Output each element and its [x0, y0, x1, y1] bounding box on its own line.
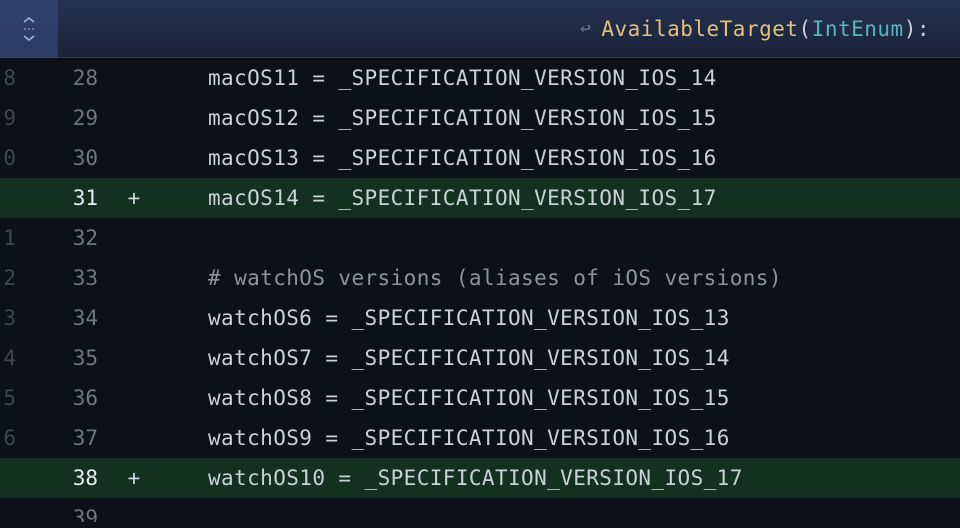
class-name: AvailableTarget — [601, 17, 798, 41]
assignment: = _SPECIFICATION_VERSION_IOS_14 — [312, 346, 729, 370]
expand-vertical-icon — [19, 16, 39, 42]
diff-line[interactable]: 828 macOS11 = _SPECIFICATION_VERSION_IOS_… — [0, 58, 960, 98]
diff-line[interactable]: 929 macOS12 = _SPECIFICATION_VERSION_IOS_… — [0, 98, 960, 138]
new-line-number: 28 — [16, 66, 112, 90]
new-line-number: 32 — [16, 226, 112, 250]
diff-line[interactable]: 132 — [0, 218, 960, 258]
sticky-scope-header: ↩ AvailableTarget(IntEnum): — [0, 0, 960, 58]
code-content: watchOS6 = _SPECIFICATION_VERSION_IOS_13 — [156, 306, 730, 330]
diff-line[interactable]: 030 macOS13 = _SPECIFICATION_VERSION_IOS_… — [0, 138, 960, 178]
assignment: = _SPECIFICATION_VERSION_IOS_15 — [299, 106, 716, 130]
code-lines[interactable]: 828 macOS11 = _SPECIFICATION_VERSION_IOS_… — [0, 58, 960, 522]
new-line-number: 34 — [16, 306, 112, 330]
assignment: = _SPECIFICATION_VERSION_IOS_17 — [325, 466, 742, 490]
code-content: macOS13 = _SPECIFICATION_VERSION_IOS_16 — [156, 146, 717, 170]
diff-line-added[interactable]: 31+macOS14 = _SPECIFICATION_VERSION_IOS_… — [0, 178, 960, 218]
new-line-number: 37 — [16, 426, 112, 450]
assignment: = _SPECIFICATION_VERSION_IOS_13 — [312, 306, 729, 330]
new-line-number: 39 — [16, 506, 112, 522]
old-line-number: 9 — [0, 106, 16, 130]
expand-hunk-handle[interactable] — [0, 0, 58, 58]
diff-line[interactable]: 233 # watchOS versions (aliases of iOS ve… — [0, 258, 960, 298]
assignment: = _SPECIFICATION_VERSION_IOS_16 — [312, 426, 729, 450]
diff-line[interactable]: 39 — [0, 498, 960, 522]
assignment: = _SPECIFICATION_VERSION_IOS_14 — [299, 66, 716, 90]
identifier: watchOS6 — [208, 306, 312, 330]
partial-line: 39 — [0, 498, 960, 522]
code-content: macOS11 = _SPECIFICATION_VERSION_IOS_14 — [156, 66, 717, 90]
code-content: watchOS8 = _SPECIFICATION_VERSION_IOS_15 — [156, 386, 730, 410]
old-line-number: 0 — [0, 146, 16, 170]
old-line-number: 4 — [0, 346, 16, 370]
new-line-number: 35 — [16, 346, 112, 370]
code-content: macOS14 = _SPECIFICATION_VERSION_IOS_17 — [156, 186, 717, 210]
new-line-number: 29 — [16, 106, 112, 130]
identifier: macOS11 — [208, 66, 299, 90]
identifier: macOS13 — [208, 146, 299, 170]
close-paren: ): — [904, 17, 930, 41]
base-class: IntEnum — [812, 17, 904, 41]
comment-text: # watchOS versions (aliases of iOS versi… — [208, 266, 782, 290]
identifier: watchOS7 — [208, 346, 312, 370]
identifier: watchOS9 — [208, 426, 312, 450]
old-line-number: 5 — [0, 386, 16, 410]
code-content: watchOS7 = _SPECIFICATION_VERSION_IOS_14 — [156, 346, 730, 370]
plus-marker: + — [112, 466, 156, 490]
assignment: = _SPECIFICATION_VERSION_IOS_16 — [299, 146, 716, 170]
old-line-number: 3 — [0, 306, 16, 330]
diff-line-added[interactable]: 38+watchOS10 = _SPECIFICATION_VERSION_IO… — [0, 458, 960, 498]
old-line-number: 6 — [0, 426, 16, 450]
code-content: # watchOS versions (aliases of iOS versi… — [156, 266, 782, 290]
new-line-number: 30 — [16, 146, 112, 170]
code-content: watchOS9 = _SPECIFICATION_VERSION_IOS_16 — [156, 426, 730, 450]
diff-editor[interactable]: ↩ AvailableTarget(IntEnum): 828 macOS11 =… — [0, 0, 960, 528]
old-line-number: 1 — [0, 226, 16, 250]
new-line-number: 38 — [16, 466, 112, 490]
old-line-number: 8 — [0, 66, 16, 90]
sticky-scope-text: ↩ AvailableTarget(IntEnum): — [580, 17, 960, 41]
code-content: macOS12 = _SPECIFICATION_VERSION_IOS_15 — [156, 106, 717, 130]
identifier: macOS12 — [208, 106, 299, 130]
diff-line[interactable]: 435 watchOS7 = _SPECIFICATION_VERSION_IOS… — [0, 338, 960, 378]
diff-line[interactable]: 637 watchOS9 = _SPECIFICATION_VERSION_IOS… — [0, 418, 960, 458]
identifier: macOS14 — [208, 186, 299, 210]
plus-marker: + — [112, 186, 156, 210]
identifier: watchOS8 — [208, 386, 312, 410]
new-line-number: 33 — [16, 266, 112, 290]
new-line-number: 36 — [16, 386, 112, 410]
assignment: = _SPECIFICATION_VERSION_IOS_17 — [299, 186, 716, 210]
diff-line[interactable]: 334 watchOS6 = _SPECIFICATION_VERSION_IOS… — [0, 298, 960, 338]
assignment: = _SPECIFICATION_VERSION_IOS_15 — [312, 386, 729, 410]
new-line-number: 31 — [16, 186, 112, 210]
identifier: watchOS10 — [208, 466, 325, 490]
open-paren: ( — [799, 17, 812, 41]
old-line-number: 2 — [0, 266, 16, 290]
code-content: watchOS10 = _SPECIFICATION_VERSION_IOS_1… — [156, 466, 743, 490]
line-wrap-icon: ↩ — [580, 18, 591, 39]
diff-line[interactable]: 536 watchOS8 = _SPECIFICATION_VERSION_IOS… — [0, 378, 960, 418]
